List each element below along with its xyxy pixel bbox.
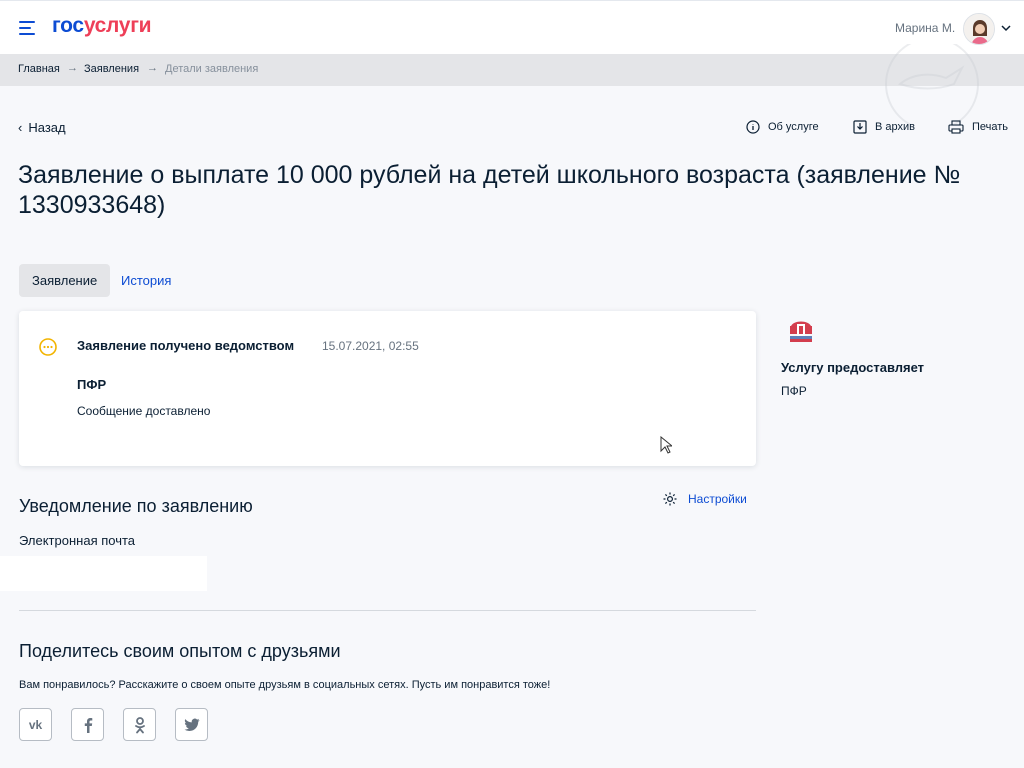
mouse-cursor-icon [660, 436, 672, 454]
status-card: Заявление получено ведомством 15.07.2021… [19, 311, 756, 466]
arrow-right-icon: → [67, 62, 78, 74]
back-link[interactable]: ‹ Назад [18, 120, 66, 135]
chevron-down-icon[interactable] [1001, 23, 1011, 33]
twitter-share-button[interactable] [175, 708, 208, 741]
about-service-button[interactable]: Об услуге [746, 118, 819, 136]
watermark-icon [885, 44, 979, 124]
odnoklassniki-icon [134, 716, 145, 733]
vk-share-button[interactable]: vk [19, 708, 52, 741]
vk-icon: vk [28, 717, 43, 732]
page-title: Заявление о выплате 10 000 рублей на дет… [18, 161, 961, 219]
user-name[interactable]: Марина М. [895, 21, 955, 35]
breadcrumb-current: Детали заявления [165, 63, 259, 75]
user-avatar-icon [964, 14, 994, 44]
notifications-title: Уведомление по заявлению [19, 496, 253, 516]
notification-channel: Электронная почта [19, 533, 136, 548]
breadcrumb: Главная → Заявления → Детали заявления [0, 54, 1024, 86]
avatar[interactable] [963, 13, 995, 45]
facebook-share-button[interactable] [71, 708, 104, 741]
header: госуслуги Марина М. [0, 0, 1024, 54]
tab-history[interactable]: История [108, 264, 184, 297]
department-name: ПФР [77, 377, 107, 392]
archive-button[interactable]: В архив [853, 118, 915, 136]
pending-status-icon [39, 338, 57, 356]
archive-icon [853, 120, 867, 134]
gear-icon [663, 492, 677, 506]
provider-caption: Услугу предоставляет [781, 360, 925, 375]
pfr-logo-icon [790, 321, 812, 342]
divider [19, 610, 756, 611]
status-date: 15.07.2021, 02:55 [322, 339, 419, 353]
facebook-icon [84, 717, 92, 733]
status-text: Заявление получено ведомством [77, 338, 295, 353]
print-button[interactable]: Печать [948, 118, 1008, 136]
breadcrumb-applications[interactable]: Заявления [84, 63, 139, 75]
twitter-icon [184, 718, 199, 731]
status-message: Сообщение доставлено [77, 404, 211, 418]
settings-link[interactable]: Настройки [662, 491, 747, 507]
redacted-block [0, 556, 207, 591]
gosuslugi-logo[interactable]: госуслуги [52, 14, 152, 38]
share-text: Вам понравилось? Расскажите о своем опыт… [19, 679, 551, 691]
share-title: Поделитесь своим опытом с друзьями [19, 641, 341, 661]
printer-icon [948, 120, 964, 134]
provider-name: ПФР [781, 384, 807, 398]
breadcrumb-home[interactable]: Главная [18, 63, 60, 75]
chevron-left-icon: ‹ [18, 120, 23, 135]
arrow-right-icon: → [147, 62, 158, 74]
odnoklassniki-share-button[interactable] [123, 708, 156, 741]
menu-icon[interactable] [19, 21, 37, 35]
tab-application[interactable]: Заявление [19, 264, 111, 297]
info-icon [746, 120, 760, 134]
